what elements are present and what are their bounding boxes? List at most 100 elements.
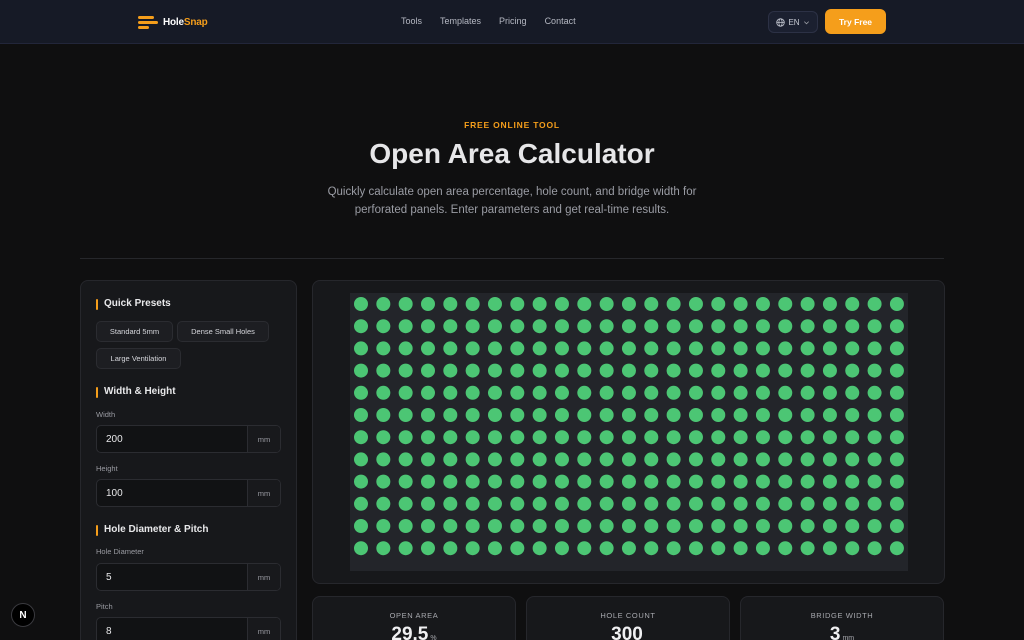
hole <box>621 363 636 378</box>
preset-dense-small-holes[interactable]: Dense Small Holes <box>177 321 269 342</box>
hole <box>711 385 726 400</box>
hole <box>510 496 525 511</box>
stat-unit: % <box>430 635 437 640</box>
language-selector[interactable]: EN <box>768 11 818 33</box>
pitch-input[interactable] <box>97 618 247 640</box>
hole <box>398 452 413 467</box>
hole <box>666 341 681 356</box>
hole <box>510 519 525 533</box>
hole <box>800 519 815 533</box>
stat-number: 300 <box>611 624 643 640</box>
hole <box>889 519 904 533</box>
hole <box>644 319 659 334</box>
hole <box>420 430 435 445</box>
nav-link-pricing[interactable]: Pricing <box>499 16 527 26</box>
hole <box>733 452 748 467</box>
hole <box>822 385 837 400</box>
height-field: mm <box>96 479 281 507</box>
logo[interactable]: HoleSnap <box>138 13 208 31</box>
stat-value: 300 <box>527 624 729 640</box>
hole <box>867 385 882 400</box>
preset-standard-5mm[interactable]: Standard 5mm <box>96 321 173 342</box>
hole <box>443 319 458 334</box>
hole <box>398 474 413 489</box>
chevron-down-icon <box>803 20 809 24</box>
hole <box>755 297 770 311</box>
hole <box>733 474 748 489</box>
hole <box>711 430 726 445</box>
hole <box>420 341 435 356</box>
preset-large-ventilation[interactable]: Large Ventilation <box>96 348 181 369</box>
hole <box>822 341 837 356</box>
diameter-input[interactable] <box>97 564 247 590</box>
hole <box>822 363 837 378</box>
hole <box>354 452 368 467</box>
hole <box>376 519 391 533</box>
stat-value: 3 mm <box>741 624 943 640</box>
hole <box>577 341 592 356</box>
hole <box>599 319 614 334</box>
hole <box>532 408 547 422</box>
hole <box>666 474 681 489</box>
dev-tools-badge[interactable]: N <box>11 603 35 627</box>
hole <box>666 430 681 445</box>
hole <box>465 297 480 311</box>
hole <box>420 363 435 378</box>
hole <box>398 319 413 334</box>
hole <box>822 541 837 556</box>
hole <box>711 408 726 422</box>
hole <box>621 297 636 311</box>
hole <box>420 496 435 511</box>
hole-heading: Hole Diameter & Pitch <box>96 524 208 536</box>
hole <box>755 363 770 378</box>
logo-text-main: Hole <box>163 16 184 28</box>
logo-text-accent: Snap <box>183 16 208 28</box>
hole <box>867 341 882 356</box>
hole <box>733 430 748 445</box>
hole <box>599 297 614 311</box>
width-input[interactable] <box>97 426 247 452</box>
hole <box>778 363 793 378</box>
nav-link-templates[interactable]: Templates <box>440 16 481 26</box>
hole <box>822 297 837 311</box>
hole <box>398 541 413 556</box>
hole <box>733 541 748 556</box>
hole <box>465 341 480 356</box>
hole <box>621 452 636 467</box>
hole <box>354 430 368 445</box>
hole <box>577 496 592 511</box>
hole-grid <box>354 297 904 556</box>
hole <box>376 430 391 445</box>
try-free-button[interactable]: Try Free <box>825 9 886 34</box>
nav-link-contact[interactable]: Contact <box>545 16 576 26</box>
pitch-unit: mm <box>247 618 280 640</box>
hole <box>354 496 368 511</box>
hole <box>376 496 391 511</box>
hole <box>599 452 614 467</box>
width-unit: mm <box>247 426 280 452</box>
nav-link-tools[interactable]: Tools <box>401 16 422 26</box>
hole <box>376 541 391 556</box>
hole <box>376 408 391 422</box>
hole <box>800 385 815 400</box>
hole <box>443 474 458 489</box>
hole <box>644 452 659 467</box>
hole <box>644 519 659 533</box>
width-label: Width <box>96 410 116 419</box>
hole <box>465 430 480 445</box>
diameter-unit: mm <box>247 564 280 590</box>
hole <box>778 341 793 356</box>
hole <box>889 496 904 511</box>
hole <box>755 385 770 400</box>
hole <box>845 474 860 489</box>
hole <box>354 297 368 311</box>
hole <box>420 408 435 422</box>
hole <box>644 363 659 378</box>
height-input[interactable] <box>97 480 247 506</box>
hole <box>755 430 770 445</box>
hole <box>398 385 413 400</box>
hole <box>644 430 659 445</box>
height-unit: mm <box>247 480 280 506</box>
hole <box>354 319 368 334</box>
preview-panel <box>312 280 945 584</box>
